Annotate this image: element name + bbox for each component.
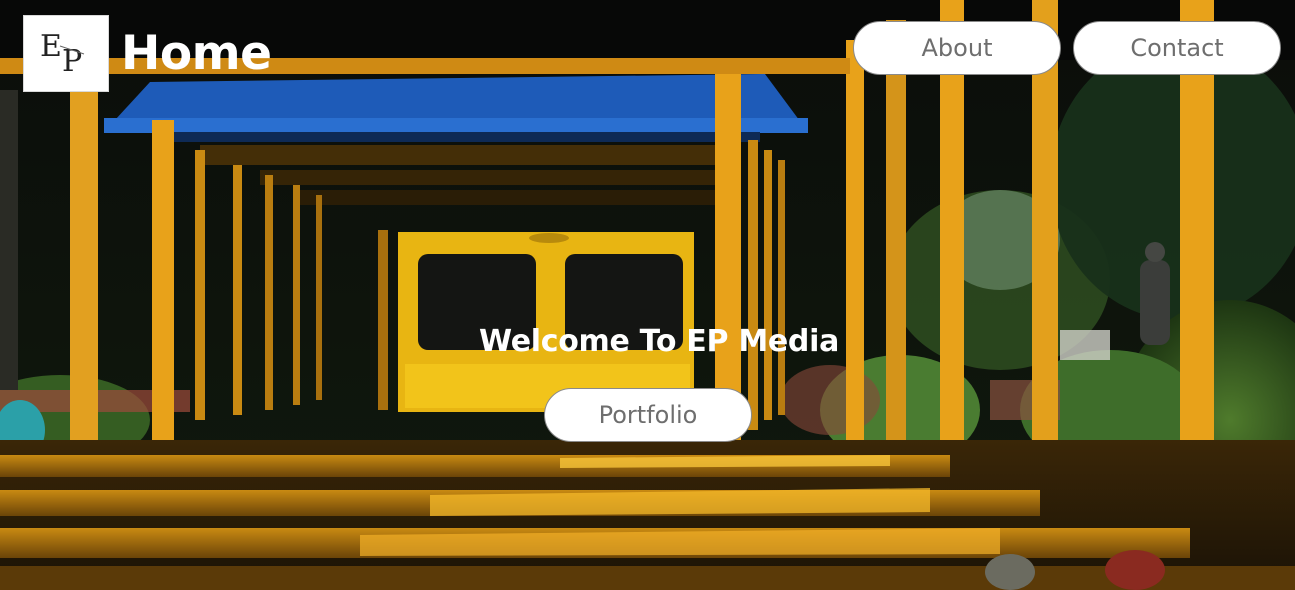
svg-text:P: P [62,44,82,79]
logo[interactable]: E P [23,15,109,92]
hero-background-image [0,0,1295,590]
contact-button[interactable]: Contact [1073,21,1281,75]
portfolio-button[interactable]: Portfolio [544,388,752,442]
hero-heading: Welcome To EP Media [478,324,840,359]
svg-text:E: E [40,29,62,64]
page-title: Home [121,26,272,81]
hero-section: E P Home About Contact Welcome To EP Med… [0,0,1295,590]
ep-monogram-logo-icon: E P [40,29,85,79]
about-button[interactable]: About [853,21,1061,75]
